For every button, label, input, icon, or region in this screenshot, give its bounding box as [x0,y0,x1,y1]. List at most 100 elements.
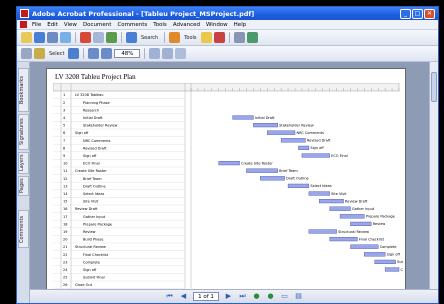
close-button[interactable]: ✕ [424,8,435,19]
prev-page-icon[interactable]: ◀ [179,292,188,301]
review-icon[interactable] [246,32,258,43]
gantt-bar [350,244,379,249]
tab-comments[interactable]: Comments [18,210,29,248]
task-id: 6 [63,131,65,135]
bar-label: Submit Final [397,260,403,264]
bar-label: Prepare Package [366,215,395,219]
secure-icon[interactable] [233,32,245,43]
comment-icon[interactable] [200,32,212,43]
open-icon[interactable] [21,32,32,43]
bar-label: Select Ideas [310,184,331,188]
task-id: 2 [63,101,65,105]
fit-width-icon[interactable] [162,48,174,59]
menu-view[interactable]: View [61,22,80,28]
task-id: 5 [63,124,65,128]
menu-edit[interactable]: Edit [44,22,61,28]
task-name: Site Visit [83,200,99,204]
first-page-icon[interactable]: ⏮ [165,292,174,301]
forward-icon[interactable]: ● [266,292,275,301]
bar-label: Sign off [387,253,401,257]
sign-icon[interactable] [213,32,225,43]
gantt-bar [329,236,358,242]
create-pdf-icon[interactable] [80,32,91,43]
minimize-button[interactable]: _ [400,8,411,19]
task-id: 20 [63,238,67,242]
last-page-icon[interactable]: ⏭ [238,292,247,301]
print-icon[interactable] [47,32,58,43]
bar-label: Review [373,222,386,226]
gantt-bar [364,252,386,257]
gantt-bar [301,153,330,158]
hand-tool-icon[interactable] [21,48,32,59]
menu-bar: File Edit View Document Comments Tools A… [17,20,438,30]
task-name: Create Site Roster [75,169,107,173]
menu-file[interactable]: File [29,22,44,28]
task-id: 16 [63,207,67,211]
bar-label: Gather Input [352,207,375,211]
menu-advanced[interactable]: Advanced [170,22,203,28]
task-id: 10 [63,162,67,166]
gantt-bar [218,160,240,166]
search-icon[interactable] [126,32,137,43]
bar-label: Final Checklist [359,237,385,241]
select-label[interactable]: Select [47,51,66,57]
export-icon[interactable] [106,32,117,43]
search-label[interactable]: Search [139,35,160,41]
page-number-field[interactable]: 1 of 1 [193,292,219,301]
vertical-scrollbar[interactable] [429,62,438,303]
tab-layers[interactable]: Layers [18,152,29,174]
task-id: 14 [63,192,68,196]
select-tool-icon[interactable] [34,48,45,59]
window-title: Adobe Acrobat Professional - [Tableu Pro… [32,9,255,18]
bar-label: Site Visit [331,192,347,196]
save-icon[interactable] [34,32,45,43]
fit-page-icon[interactable] [149,48,161,59]
combine-icon[interactable] [93,32,104,43]
gantt-bar [329,206,351,211]
scroll-thumb[interactable] [431,72,437,102]
menu-document[interactable]: Document [80,22,115,28]
gantt-bar [384,267,400,272]
bar-label: Sign off [310,146,324,150]
zoom-out-icon[interactable] [88,48,100,59]
text-edit-icon[interactable] [169,32,181,43]
task-id: 3 [63,108,65,112]
bar-label: Revised Draft [307,139,331,143]
task-name: Complete [83,260,100,264]
bar-label: Initial Draft [255,116,275,120]
task-name: NRC Comments [83,139,111,143]
gantt-bar [308,229,337,234]
snapshot-icon[interactable] [68,48,80,59]
menu-tools[interactable]: Tools [150,22,170,28]
continuous-icon[interactable]: ▤ [294,292,303,301]
zoom-in-icon[interactable] [101,48,113,59]
task-name: Structural Review [75,245,106,249]
bar-label: ECO Final [331,154,348,158]
back-icon[interactable]: ● [252,292,261,301]
rotate-icon[interactable] [175,48,187,59]
maximize-button[interactable]: □ [412,8,423,19]
single-page-icon[interactable]: ▭ [280,292,289,301]
zoom-field[interactable]: 48% [114,49,141,58]
task-id: 22 [63,253,67,257]
task-name: Stakeholder Review [83,124,118,128]
task-id: 18 [63,222,67,226]
task-id: 11 [63,169,67,173]
tools-label[interactable]: Tools [182,35,198,41]
tab-pages[interactable]: Pages [18,176,29,196]
email-icon[interactable] [60,32,71,43]
menu-help[interactable]: Help [231,22,250,28]
gantt-bar [374,259,396,264]
task-name: Build Phase [83,238,103,242]
next-page-icon[interactable]: ▶ [224,292,233,301]
menu-comments[interactable]: Comments [114,22,150,28]
task-id: 23 [63,260,67,264]
task-name: Close Out [75,283,93,287]
bar-label: Brief Team [279,169,298,173]
task-name: Prepare Package [83,222,112,226]
menu-window[interactable]: Window [203,22,231,28]
tab-signatures[interactable]: Signatures [18,114,29,150]
gantt-bar [246,168,278,173]
tab-bookmarks[interactable]: Bookmarks [18,68,29,112]
document-area[interactable]: LV 3208 Tableu Project Plan LV 3208 Tabl… [30,62,429,303]
